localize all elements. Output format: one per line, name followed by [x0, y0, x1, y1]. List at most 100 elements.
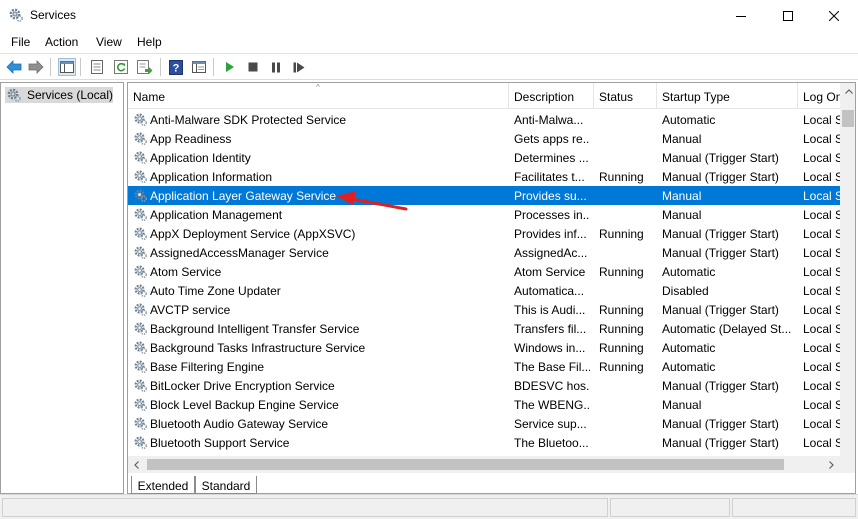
menu-view[interactable]: View — [96, 35, 122, 49]
service-description: BDESVC hos... — [514, 379, 590, 393]
tree-item-services-local[interactable]: Services (Local) — [5, 87, 113, 103]
pause-service-button[interactable] — [267, 58, 285, 76]
close-button[interactable] — [811, 0, 857, 31]
service-description: The Base Fil... — [514, 360, 590, 374]
table-row[interactable]: Atom Service Atom Service Running Automatic… — [128, 262, 840, 281]
start-service-button[interactable] — [221, 58, 239, 76]
scroll-up-button[interactable] — [840, 83, 855, 100]
table-row[interactable]: Block Level Backup Engine Service The WBE… — [128, 395, 840, 414]
service-status: Running — [599, 227, 644, 241]
service-status — [599, 151, 657, 165]
table-row[interactable]: Background Intelligent Transfer Service T… — [128, 319, 840, 338]
vertical-scroll-thumb[interactable] — [842, 110, 854, 127]
column-header-description[interactable]: Description — [509, 83, 594, 108]
scroll-right-button[interactable] — [823, 456, 840, 473]
table-row[interactable]: AppX Deployment Service (AppXSVC) Provide… — [128, 224, 840, 243]
show-hide-action-pane-button[interactable] — [190, 58, 208, 76]
service-log-on: Local S — [803, 265, 840, 279]
horizontal-scrollbar[interactable] — [128, 456, 840, 473]
show-hide-action-pane-icon — [192, 61, 206, 73]
maximize-button[interactable] — [765, 0, 811, 31]
refresh-icon — [114, 60, 128, 74]
stop-service-icon — [248, 62, 258, 72]
service-gear-icon — [134, 322, 147, 335]
toolbar-separator — [160, 58, 161, 76]
service-name: AssignedAccessManager Service — [150, 246, 329, 260]
service-name: Background Tasks Infrastructure Service — [150, 341, 366, 355]
stop-service-button[interactable] — [244, 58, 262, 76]
service-description: This is Audi... — [514, 303, 586, 317]
services-gear-icon — [7, 88, 21, 102]
service-description: Provides su... — [514, 189, 587, 203]
table-row[interactable]: BitLocker Drive Encryption Service BDESVC… — [128, 376, 840, 395]
chevron-up-icon — [844, 89, 853, 94]
service-name: Application Layer Gateway Service — [150, 189, 337, 203]
service-gear-icon — [134, 208, 147, 221]
service-log-on: Local S — [803, 246, 840, 260]
back-button[interactable] — [5, 58, 23, 76]
table-row[interactable]: Auto Time Zone Updater Automatica... Disab… — [128, 281, 840, 300]
service-name: BitLocker Drive Encryption Service — [150, 379, 335, 393]
service-name: Auto Time Zone Updater — [150, 284, 281, 298]
minimize-button[interactable] — [718, 0, 764, 31]
show-hide-console-tree-button[interactable] — [58, 58, 76, 76]
help-icon: ? — [169, 59, 183, 75]
status-bar — [0, 494, 858, 519]
service-gear-icon — [134, 436, 147, 449]
table-row-selected[interactable]: Application Layer Gateway Service Provide… — [128, 186, 840, 205]
service-gear-icon — [134, 227, 147, 240]
service-gear-icon — [134, 246, 147, 259]
service-name: Application Management — [150, 208, 283, 222]
column-header-startup-type[interactable]: Startup Type — [657, 83, 798, 108]
table-row[interactable]: Base Filtering Engine The Base Fil... Runn… — [128, 357, 840, 376]
chevron-right-icon — [829, 460, 834, 469]
column-header-name[interactable]: Name — [128, 83, 509, 108]
toolbar-separator — [50, 58, 51, 76]
restart-service-button[interactable] — [290, 58, 308, 76]
help-button[interactable]: ? — [167, 58, 185, 76]
service-startup-type: Automatic — [662, 113, 716, 127]
service-log-on: Local S — [803, 303, 840, 317]
table-row[interactable]: Application Management Processes in... Man… — [128, 205, 840, 224]
horizontal-scroll-thumb[interactable] — [147, 459, 784, 470]
service-log-on: Local S — [803, 322, 840, 336]
service-status — [599, 379, 657, 393]
service-status — [599, 208, 657, 222]
service-startup-type: Automatic (Delayed St... — [662, 322, 792, 336]
forward-button[interactable] — [27, 58, 45, 76]
tree-item-label: Services (Local) — [26, 88, 113, 102]
table-row[interactable]: Application Identity Determines ... Manual… — [128, 148, 840, 167]
scroll-left-button[interactable] — [128, 456, 145, 473]
refresh-button[interactable] — [112, 58, 130, 76]
column-header-status[interactable]: Status — [594, 83, 657, 108]
service-status: Running — [599, 303, 644, 317]
menu-action[interactable]: Action — [45, 35, 78, 49]
service-description: Determines ... — [514, 151, 589, 165]
tab-extended[interactable]: Extended — [131, 476, 195, 494]
service-startup-type: Manual (Trigger Start) — [662, 417, 779, 431]
service-gear-icon — [134, 398, 147, 411]
properties-button[interactable] — [88, 58, 106, 76]
column-header-log-on[interactable]: Log On — [798, 83, 840, 108]
menu-help[interactable]: Help — [137, 35, 162, 49]
table-row[interactable]: Bluetooth Audio Gateway Service Service s… — [128, 414, 840, 433]
tab-standard[interactable]: Standard — [195, 476, 257, 494]
table-row[interactable]: AVCTP service This is Audi... Running Manua… — [128, 300, 840, 319]
service-startup-type: Automatic — [662, 265, 716, 279]
service-startup-type: Manual — [662, 132, 702, 146]
services-gear-icon — [9, 8, 23, 22]
table-row[interactable]: App Readiness Gets apps re... Manual Local … — [128, 129, 840, 148]
menu-file[interactable]: File — [11, 35, 30, 49]
table-row[interactable]: Bluetooth Support Service The Bluetoo... M… — [128, 433, 840, 452]
service-log-on: Local S — [803, 436, 840, 450]
export-list-button[interactable] — [136, 58, 154, 76]
service-startup-type: Manual (Trigger Start) — [662, 227, 779, 241]
table-row[interactable]: Application Information Facilitates t... R… — [128, 167, 840, 186]
vertical-scrollbar[interactable] — [840, 83, 855, 456]
service-log-on: Local S — [803, 113, 840, 127]
service-name: AVCTP service — [150, 303, 231, 317]
table-row[interactable]: Anti-Malware SDK Protected Service Anti-M… — [128, 110, 840, 129]
table-row[interactable]: Background Tasks Infrastructure Service W… — [128, 338, 840, 357]
table-row[interactable]: AssignedAccessManager Service AssignedAc.… — [128, 243, 840, 262]
service-log-on: Local S — [803, 284, 840, 298]
